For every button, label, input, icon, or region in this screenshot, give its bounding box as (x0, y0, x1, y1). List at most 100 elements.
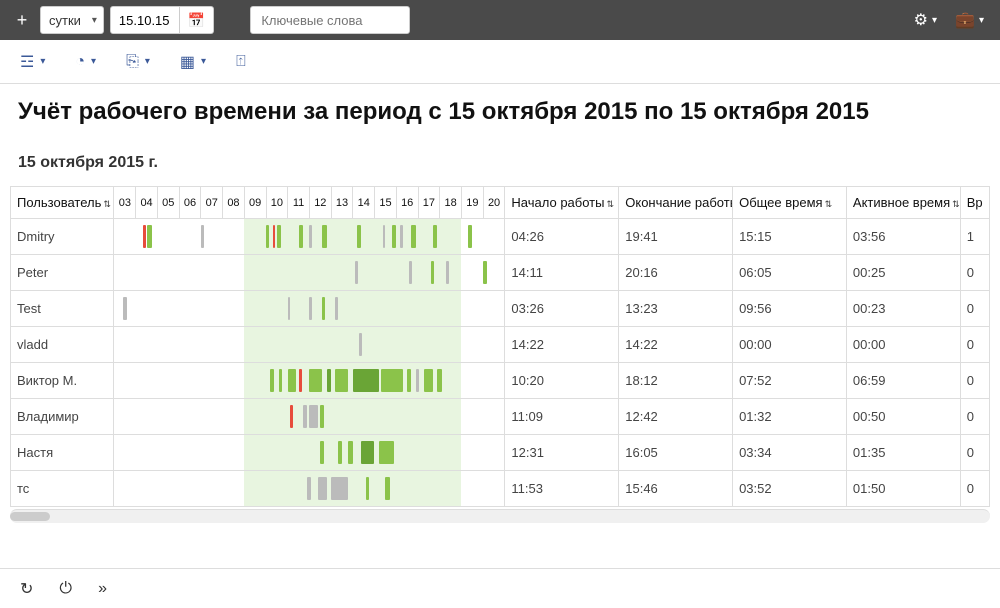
total-cell: 03:34 (733, 435, 847, 471)
sort-icon: ⇅ (825, 199, 833, 209)
sort-icon: ⇅ (606, 199, 614, 209)
table-menu[interactable]: ▦▾ (180, 52, 206, 72)
horizontal-scrollbar[interactable] (10, 509, 990, 523)
expand-button[interactable]: » (98, 580, 107, 598)
activity-segment (366, 477, 369, 500)
col-last[interactable]: Вр (960, 187, 989, 219)
col-hour-08[interactable]: 08 (223, 187, 245, 219)
end-cell: 14:22 (619, 327, 733, 363)
activity-segment (322, 225, 326, 248)
activity-segment (307, 477, 310, 500)
activity-segment (270, 369, 273, 392)
caret-down-icon: ▾ (201, 56, 206, 67)
scrollbar-thumb[interactable] (10, 512, 50, 521)
col-hour-09[interactable]: 09 (244, 187, 266, 219)
col-hour-04[interactable]: 04 (136, 187, 158, 219)
col-hour-12[interactable]: 12 (309, 187, 331, 219)
col-hour-13[interactable]: 13 (331, 187, 353, 219)
active-cell: 01:50 (846, 471, 960, 507)
col-hour-14[interactable]: 14 (353, 187, 375, 219)
activity-segment (338, 441, 342, 464)
col-active[interactable]: Активное время⇅ (846, 187, 960, 219)
period-select[interactable]: сутки (40, 6, 104, 34)
caret-down-icon: ▾ (145, 56, 150, 67)
activity-segment (392, 225, 396, 248)
list-menu[interactable]: ☲▾ (20, 52, 45, 72)
col-end[interactable]: Окончание работы⇅ (619, 187, 733, 219)
col-hour-20[interactable]: 20 (483, 187, 505, 219)
settings-menu[interactable]: ⚙▾ (908, 10, 943, 30)
caret-down-icon: ▾ (91, 56, 96, 67)
activity-segment (288, 369, 297, 392)
col-hour-03[interactable]: 03 (114, 187, 136, 219)
extra-cell: 0 (960, 399, 989, 435)
extra-cell: 0 (960, 291, 989, 327)
table-icon: ▦ (180, 52, 195, 72)
end-cell: 15:46 (619, 471, 733, 507)
col-hour-19[interactable]: 19 (461, 187, 483, 219)
end-cell: 20:16 (619, 255, 733, 291)
table-row: Test03:2613:2309:5600:230 (11, 291, 990, 327)
pie-chart-icon: ◔ (75, 53, 85, 71)
total-cell: 07:52 (733, 363, 847, 399)
col-hour-05[interactable]: 05 (157, 187, 179, 219)
col-hour-06[interactable]: 06 (179, 187, 201, 219)
user-cell[interactable]: Владимир (11, 399, 114, 435)
col-hour-11[interactable]: 11 (288, 187, 310, 219)
user-cell[interactable]: Test (11, 291, 114, 327)
active-cell: 01:35 (846, 435, 960, 471)
col-start[interactable]: Начало работы⇅ (505, 187, 619, 219)
topbar: + сутки 📅 ⚙▾ 💼▾ (0, 0, 1000, 40)
active-cell: 06:59 (846, 363, 960, 399)
user-cell[interactable]: vladd (11, 327, 114, 363)
activity-segment (385, 477, 389, 500)
activity-segment (309, 369, 322, 392)
user-cell[interactable]: тс (11, 471, 114, 507)
copy-menu[interactable]: ⎘▾ (126, 53, 150, 71)
activity-segment (143, 225, 146, 248)
col-hour-18[interactable]: 18 (440, 187, 462, 219)
sort-icon: ⇅ (103, 199, 111, 209)
activity-segment (424, 369, 433, 392)
power-button[interactable]: ⏻ (59, 580, 72, 598)
activity-segment (483, 261, 487, 284)
add-button[interactable]: + (10, 6, 34, 34)
user-cell[interactable]: Peter (11, 255, 114, 291)
extra-cell: 1 (960, 219, 989, 255)
total-cell: 03:52 (733, 471, 847, 507)
export-button[interactable]: ⍐ (236, 53, 246, 71)
table-row: Dmitry04:2619:4115:1503:561 (11, 219, 990, 255)
activity-segment (303, 405, 307, 428)
activity-segment (416, 369, 419, 392)
extra-cell: 0 (960, 255, 989, 291)
end-cell: 18:12 (619, 363, 733, 399)
user-cell[interactable]: Настя (11, 435, 114, 471)
chart-menu[interactable]: ◔▾ (75, 53, 96, 71)
activity-segment (335, 297, 338, 320)
timeline-cell (114, 435, 505, 471)
timeline-cell (114, 255, 505, 291)
activity-segment (335, 369, 348, 392)
activity-segment (309, 405, 318, 428)
col-user[interactable]: Пользователь⇅ (11, 187, 114, 219)
col-hour-10[interactable]: 10 (266, 187, 288, 219)
date-input[interactable] (110, 6, 180, 34)
search-input[interactable] (250, 6, 410, 34)
briefcase-menu[interactable]: 💼▾ (949, 10, 990, 30)
total-cell: 00:00 (733, 327, 847, 363)
activity-segment (288, 297, 291, 320)
calendar-button[interactable]: 📅 (180, 6, 214, 34)
end-cell: 16:05 (619, 435, 733, 471)
caret-down-icon: ▾ (979, 15, 984, 26)
col-hour-07[interactable]: 07 (201, 187, 223, 219)
activity-segment (147, 225, 152, 248)
col-total[interactable]: Общее время⇅ (733, 187, 847, 219)
col-hour-16[interactable]: 16 (396, 187, 418, 219)
power-icon: ⏻ (59, 580, 72, 597)
activity-segment (266, 225, 269, 248)
col-hour-15[interactable]: 15 (375, 187, 397, 219)
user-cell[interactable]: Dmitry (11, 219, 114, 255)
user-cell[interactable]: Виктор М. (11, 363, 114, 399)
refresh-button[interactable]: ↻ (20, 579, 33, 599)
col-hour-17[interactable]: 17 (418, 187, 440, 219)
